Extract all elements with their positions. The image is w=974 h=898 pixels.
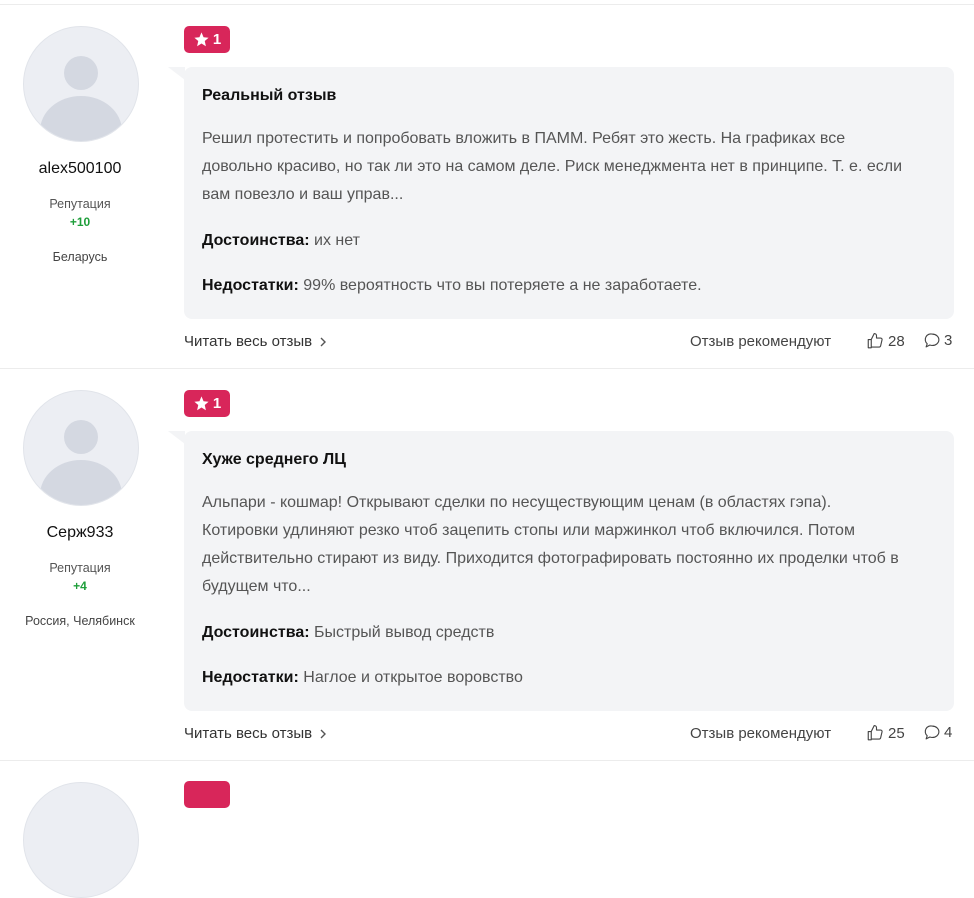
cons-label: Недостатки: [202,669,299,686]
review-pros: Достоинства: Быстрый вывод средств [202,624,494,642]
comment-icon [924,725,940,740]
comments-count: 4 [944,724,953,741]
star-icon [194,32,209,47]
user-location: Россия, Челябинск [25,614,135,628]
rating-badge: 1 [184,390,230,417]
read-more-label: Читать весь отзыв [184,333,313,350]
likes-count: 28 [888,332,905,350]
read-more-label: Читать весь отзыв [184,725,313,742]
thumbs-up-icon [867,332,883,349]
avatar[interactable] [23,782,139,898]
user-location: Беларусь [52,250,108,264]
reputation-label: Репутация [49,561,111,575]
review-cons: Недостатки: 99% вероятность что вы потер… [202,277,702,295]
like-button[interactable]: 25 [866,724,905,742]
review-text: Альпари - кошмар! Открывают сделки по не… [202,494,899,595]
review-text: Решил протестить и попробовать вложить в… [202,130,903,203]
pros-label: Достоинства: [202,624,310,641]
cons-text: Наглое и открытое воровство [303,669,523,686]
reputation-value: +10 [69,215,91,229]
comments-button[interactable]: 3 [924,332,952,349]
review-card: alex500100 Репутация +10 Беларусь 1 Реал… [0,4,974,369]
review-pros: Достоинства: их нет [202,232,360,250]
like-button[interactable]: 28 [866,332,905,350]
avatar[interactable] [23,390,139,506]
rating-value: 1 [212,395,222,412]
pros-text: Быстрый вывод средств [314,624,495,641]
review-cons: Недостатки: Наглое и открытое воровство [202,669,523,687]
pros-label: Достоинства: [202,232,310,249]
recommend-label: Отзыв рекомендуют [690,725,832,742]
rating-badge: 1 [184,26,230,53]
username[interactable]: alex500100 [0,160,160,178]
pros-text: их нет [314,232,360,249]
reputation-value: +4 [73,579,87,593]
username[interactable]: Серж933 [0,524,160,542]
cons-text: 99% вероятность что вы потеряете а не за… [303,277,702,294]
review-title[interactable]: Хуже среднего ЛЦ [202,451,346,469]
bubble-tail [168,431,185,444]
cons-label: Недостатки: [202,277,299,294]
read-more-link[interactable]: Читать весь отзыв [184,333,327,350]
bubble-tail [168,67,185,80]
avatar[interactable] [23,26,139,142]
recommend-label: Отзыв рекомендуют [690,333,832,350]
review-card: Серж933 Репутация +4 Россия, Челябинск 1… [0,368,974,761]
review-card [0,760,974,898]
rating-badge [184,781,230,808]
likes-count: 25 [888,724,905,742]
comments-button[interactable]: 4 [924,724,952,741]
chevron-right-icon [320,337,327,346]
comments-count: 3 [944,332,953,349]
star-icon [194,396,209,411]
thumbs-up-icon [867,724,883,741]
chevron-right-icon [320,729,327,738]
reputation-label: Репутация [49,197,111,211]
rating-value: 1 [212,31,222,48]
read-more-link[interactable]: Читать весь отзыв [184,725,327,742]
review-title[interactable]: Реальный отзыв [202,87,336,105]
comment-icon [924,333,940,348]
